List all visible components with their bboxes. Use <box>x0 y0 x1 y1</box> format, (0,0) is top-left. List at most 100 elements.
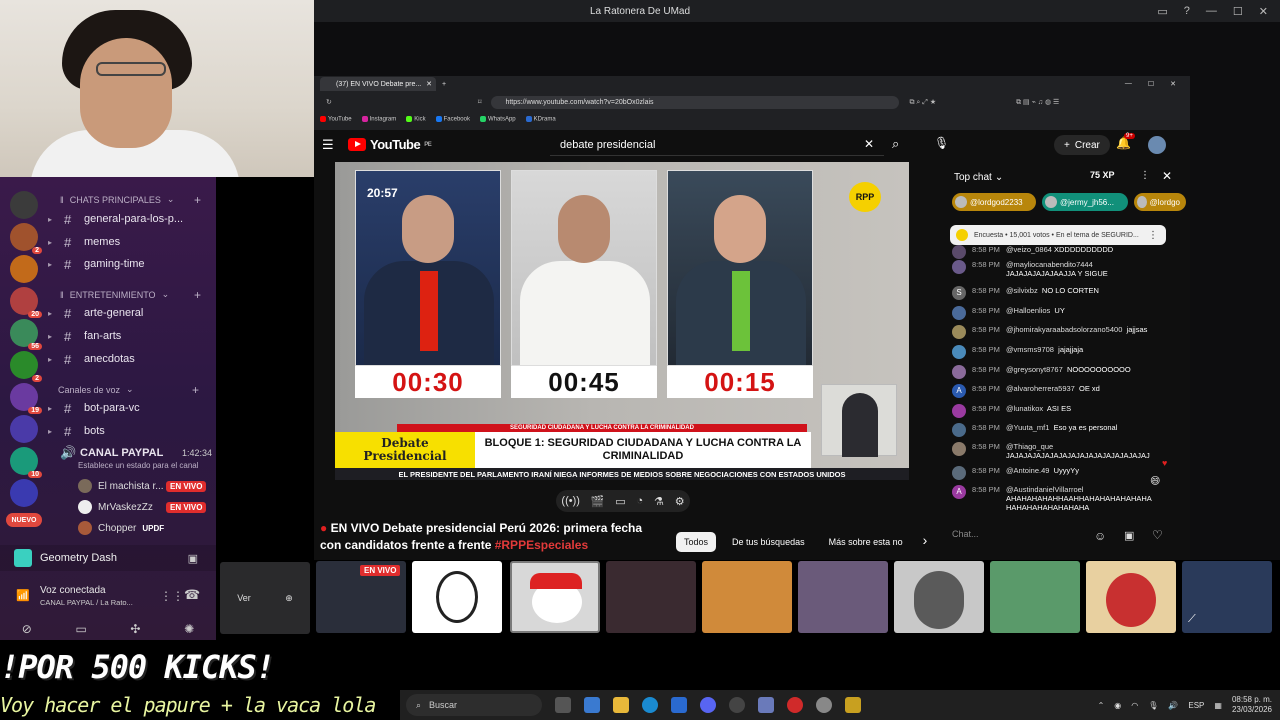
emoji-icon[interactable]: ☺ <box>1094 529 1106 543</box>
chip-mas-sobre-esta[interactable]: Más sobre esta no <box>821 532 911 552</box>
chat-message[interactable]: A 8:58 PM @alvaroherrera5937 OE xd <box>952 384 1178 398</box>
minimize-icon[interactable]: — <box>1206 5 1217 17</box>
server-icon[interactable]: 10 <box>10 447 42 478</box>
user-tile[interactable] <box>1086 561 1176 633</box>
new-badge[interactable]: NUEVO <box>6 513 42 527</box>
server-icon[interactable]: 56 <box>10 319 42 350</box>
chat-message[interactable]: S 8:58 PM @silvixbz NO LO CORTEN <box>952 286 1178 300</box>
chat-message[interactable]: 8:58 PM @lunatikox ASI ES <box>952 404 1178 418</box>
voice-channel-canal-paypal[interactable]: 🔊 CANAL PAYPAL 1:42:34 <box>48 443 212 463</box>
user-tile[interactable] <box>510 561 600 633</box>
chat-message[interactable]: 8:58 PM @greysonyt8767 NOOOOOOOOOO <box>952 365 1178 379</box>
wifi-icon[interactable]: ◠ <box>1131 701 1138 710</box>
task-view-icon[interactable] <box>555 697 571 713</box>
app-icon[interactable] <box>758 697 774 713</box>
channel-bots[interactable]: ▸ # bots <box>48 421 212 441</box>
server-icon[interactable] <box>10 415 38 443</box>
channel-gaming-time[interactable]: ▸ # gaming-time <box>48 254 212 274</box>
channel-anecdotas[interactable]: ▸ # anecdotas <box>48 349 212 369</box>
tray-app-icon[interactable]: ◉ <box>1114 701 1121 710</box>
bookmark-facebook[interactable]: Facebook <box>436 116 470 122</box>
activities-icon[interactable]: ✣ <box>130 622 140 636</box>
user-tile[interactable] <box>798 561 888 633</box>
discord-icon[interactable] <box>700 697 716 713</box>
voice-channel-status[interactable]: Establece un estado para el canal <box>78 461 199 470</box>
bookmark-instagram[interactable]: Instagram <box>362 116 397 122</box>
search-input[interactable]: debate presidencial <box>550 134 884 156</box>
channel-general[interactable]: ▸ # general-para-los-p... <box>48 209 212 229</box>
tab-youtube[interactable]: (37) EN VIVO Debate pre... ✕ <box>320 77 436 91</box>
bookmark-kdrama[interactable]: KDrama <box>526 116 556 122</box>
share-screen-icon[interactable]: ▭ <box>75 622 86 636</box>
bookmark-kick[interactable]: Kick <box>406 116 425 122</box>
channel-fan-arts[interactable]: ▸ # fan-arts <box>48 326 212 346</box>
steam-icon[interactable] <box>729 697 745 713</box>
voice-user[interactable]: El machista r... EN VIVO <box>78 477 208 495</box>
super-chat-icon[interactable]: ▣ <box>1124 529 1134 542</box>
avatar[interactable] <box>1148 136 1166 154</box>
bookmark-icon[interactable]: ⌑ <box>478 98 482 106</box>
bookmark-whatsapp[interactable]: WhatsApp <box>480 116 516 122</box>
voice-user[interactable]: MrVaskezZz EN VIVO <box>78 498 208 516</box>
category-chats-principales[interactable]: ‖ CHATS PRINCIPALES ⌄ + <box>60 193 201 207</box>
chat-message[interactable]: 8:58 PM @jhomirakyaraabadsolorzano5400 ja… <box>952 325 1178 339</box>
user-tile[interactable] <box>990 561 1080 633</box>
opera-icon[interactable] <box>787 697 803 713</box>
bookmark-youtube[interactable]: YouTube <box>320 116 352 122</box>
search-icon[interactable]: ⌕ <box>892 136 899 152</box>
app-icon[interactable] <box>845 697 861 713</box>
activity-bar[interactable]: Geometry Dash ▣ <box>0 545 216 571</box>
poll-banner[interactable]: Encuesta • 15,001 votos • En el tema de … <box>950 225 1166 245</box>
chat-message[interactable]: 8:58 PM @vmsms9708 jajajjaja <box>952 345 1178 359</box>
signal-icon[interactable]: 📶 <box>16 589 30 602</box>
close-icon[interactable]: ✕ <box>1170 80 1176 88</box>
user-tile[interactable] <box>412 561 502 633</box>
chevron-right-icon[interactable]: › <box>923 532 928 552</box>
menu-icon[interactable]: ☰ <box>322 137 334 153</box>
disconnect-icon[interactable]: ☎ <box>184 587 200 603</box>
hashtag-link[interactable]: #RPPEspeciales <box>495 538 588 552</box>
pinned-user[interactable]: @lordgo <box>1134 193 1186 211</box>
add-channel-icon[interactable]: + <box>194 288 201 302</box>
clear-search-icon[interactable]: ✕ <box>864 137 874 151</box>
edge-icon[interactable] <box>642 697 658 713</box>
channel-arte-general[interactable]: ▸ # arte-general <box>48 303 212 323</box>
chip-de-tus-busquedas[interactable]: De tus búsquedas <box>724 532 813 552</box>
channel-bot-para-vc[interactable]: ▸ # bot-para-vc <box>48 398 212 418</box>
store-icon[interactable] <box>671 697 687 713</box>
settings-gear-icon[interactable]: ⚙ <box>675 495 685 508</box>
video-player[interactable]: 00:30 00:45 00:15 20:57 RPP SEGURIDAD CI… <box>335 162 909 480</box>
server-icon[interactable] <box>10 255 38 283</box>
network-icon[interactable]: ▦ <box>1214 701 1222 710</box>
server-icon[interactable]: 2 <box>10 351 42 382</box>
server-icon[interactable]: 20 <box>10 287 42 318</box>
volume-icon[interactable]: 🔊 <box>1168 701 1178 710</box>
chevron-down-icon[interactable]: ⌄ <box>995 172 1003 183</box>
minimize-icon[interactable]: — <box>1125 80 1132 88</box>
more-options-icon[interactable]: ⋮ <box>1140 170 1150 181</box>
chat-message[interactable]: 8:58 PM @mayliocanabendito7444 JAJAJAJAJAJ… <box>952 260 1178 278</box>
reload-icon[interactable]: ↻ <box>326 98 332 106</box>
stream-preview-icon[interactable]: ⊕ <box>285 593 293 604</box>
microphone-icon[interactable]: 🎙 <box>934 136 949 150</box>
chat-input[interactable]: Chat... <box>952 529 1092 543</box>
heart-icon[interactable]: ♡ <box>1152 528 1163 542</box>
xp-badge[interactable]: 75 XP <box>1090 170 1115 180</box>
user-tile[interactable] <box>702 561 792 633</box>
toolbar-icons[interactable]: ⧉ ▤ ⌁ ♫ ◍ ☰ <box>1016 98 1059 107</box>
file-explorer-icon[interactable] <box>613 697 629 713</box>
clip-icon[interactable]: 🎬 <box>591 495 605 508</box>
category-canales-de-voz[interactable]: Canales de voz ⌄ + <box>58 383 199 397</box>
pinned-user[interactable]: @jermy_jh56... <box>1042 193 1128 211</box>
close-icon[interactable]: ✕ <box>1162 169 1172 183</box>
chat-message[interactable]: A 8:58 PM @AustindanielVillarroel AHAHAHAHA… <box>952 485 1152 512</box>
pinned-user[interactable]: @lordgod2233 <box>952 193 1036 211</box>
settings-icon[interactable] <box>816 697 832 713</box>
tray-expand-icon[interactable]: ⌃ <box>1098 701 1105 710</box>
user-tile[interactable] <box>606 561 696 633</box>
add-channel-icon[interactable]: + <box>192 383 199 397</box>
soundboard-icon[interactable]: ⋮⋮ <box>160 589 184 603</box>
new-tab-icon[interactable]: + <box>442 81 446 88</box>
screen-share-icon[interactable]: ▣ <box>188 552 198 565</box>
create-button[interactable]: + Crear <box>1054 135 1110 155</box>
